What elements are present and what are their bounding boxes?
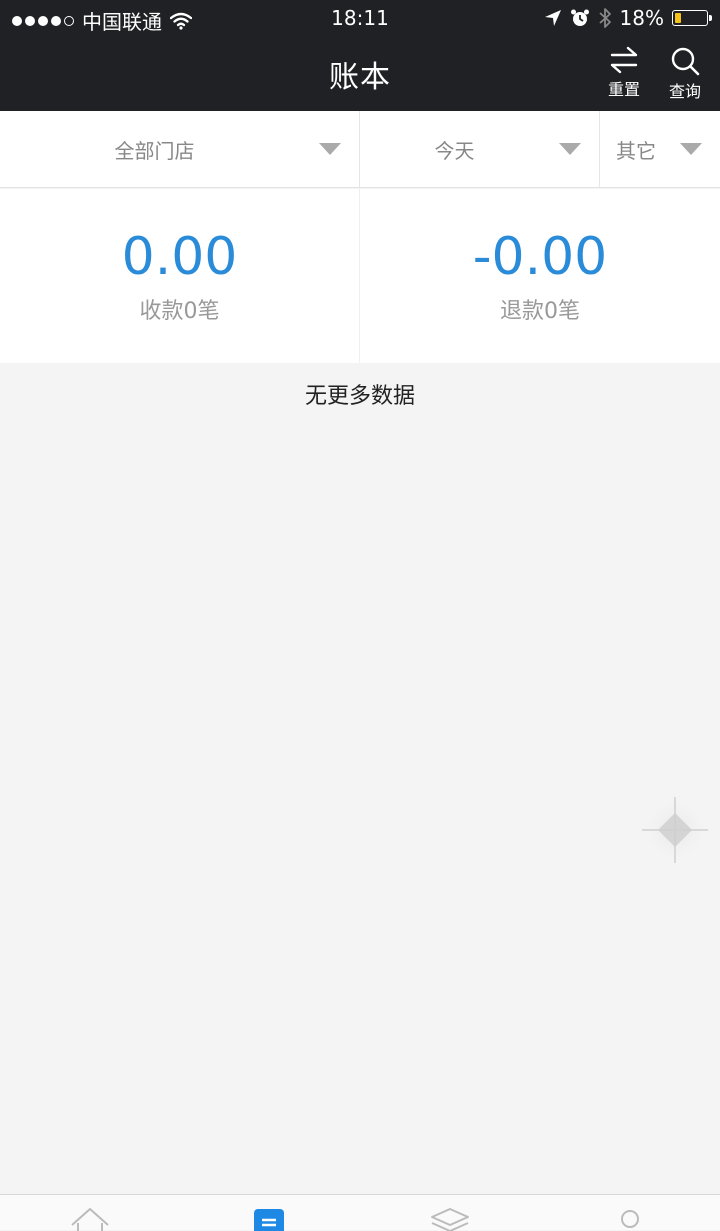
caret-down-icon: [319, 143, 341, 155]
other-filter-label: 其它: [616, 138, 656, 163]
user-icon: [621, 1210, 639, 1228]
battery-icon: [672, 10, 712, 26]
date-filter-label: 今天: [434, 138, 475, 163]
reset-label: 重置: [607, 80, 640, 99]
bluetooth-icon: [598, 8, 611, 28]
sparkle-icon: [641, 796, 709, 864]
status-right: 18%: [544, 6, 712, 30]
battery-percent: 18%: [619, 6, 664, 30]
swap-arrows-icon: [610, 46, 638, 74]
reset-button[interactable]: 重置: [599, 46, 649, 102]
tab-home[interactable]: [60, 1203, 120, 1231]
store-filter-dropdown[interactable]: 全部门店: [0, 111, 360, 187]
home-icon: [71, 1208, 109, 1231]
tab-bills[interactable]: [239, 1203, 299, 1231]
income-count: 收款0笔: [139, 299, 220, 324]
store-filter-label: 全部门店: [114, 138, 195, 163]
alarm-icon: [570, 9, 589, 26]
summary-panel: 0.00 收款0笔 -0.00 退款0笔: [0, 189, 720, 363]
bottom-tab-bar: [0, 1194, 720, 1231]
query-button[interactable]: 查询: [660, 46, 710, 102]
refund-amount: -0.00: [472, 227, 608, 287]
top-bar: 中国联通 18:11 18% 账本 重置 查询: [0, 0, 720, 111]
tab-layers[interactable]: [420, 1203, 480, 1231]
income-summary: 0.00 收款0笔: [0, 189, 360, 363]
empty-list-message: 无更多数据: [304, 384, 415, 409]
filter-bar: 全部门店 今天 其它: [0, 111, 720, 188]
status-bar: 中国联通 18:11 18%: [0, 0, 720, 36]
caret-down-icon: [680, 143, 702, 155]
list-icon: [254, 1209, 284, 1231]
search-icon: [671, 47, 700, 76]
tab-profile[interactable]: [600, 1203, 660, 1231]
other-filter-dropdown[interactable]: 其它: [600, 111, 720, 187]
location-arrow-icon: [544, 10, 561, 26]
refund-summary: -0.00 退款0笔: [360, 189, 720, 363]
query-label: 查询: [668, 82, 701, 101]
layers-icon: [431, 1208, 469, 1231]
date-filter-dropdown[interactable]: 今天: [360, 111, 600, 187]
income-amount: 0.00: [121, 227, 238, 287]
assistive-touch-button[interactable]: [640, 795, 710, 865]
caret-down-icon: [559, 143, 581, 155]
refund-count: 退款0笔: [500, 299, 580, 324]
